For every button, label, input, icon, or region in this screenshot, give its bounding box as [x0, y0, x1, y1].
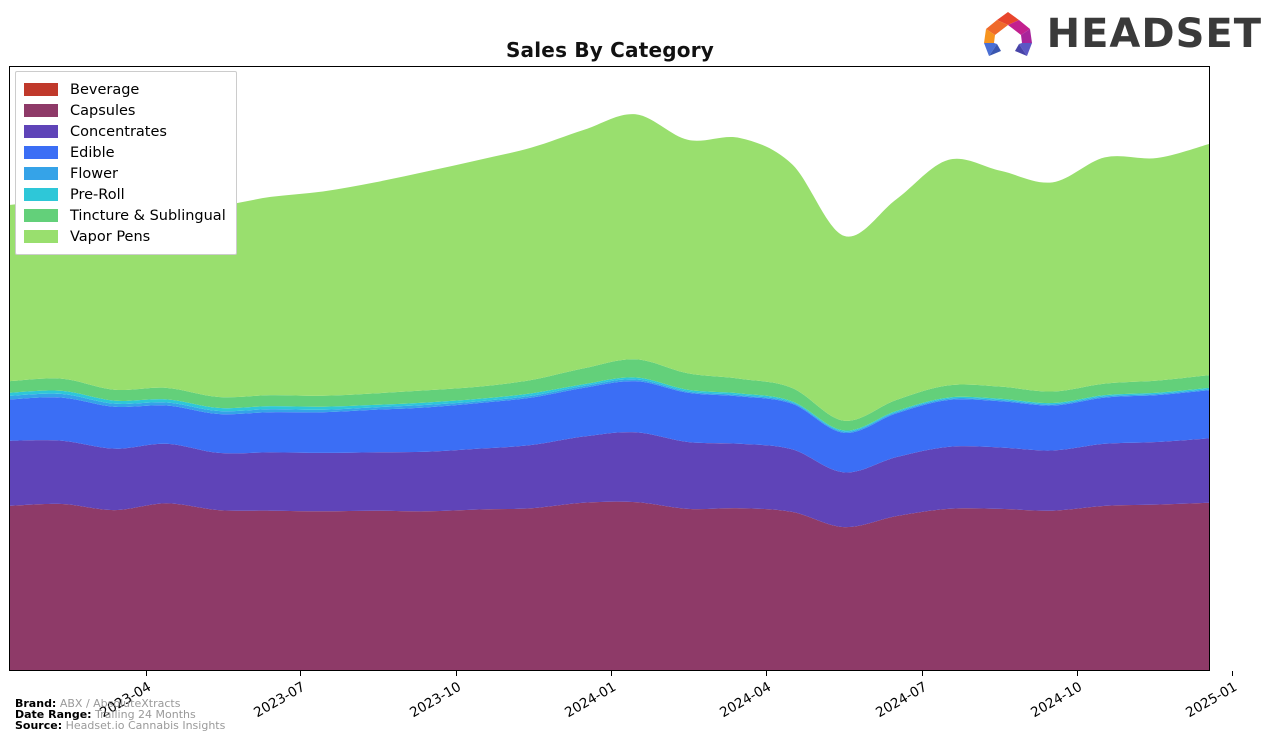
x-tick-mark — [1077, 671, 1078, 676]
x-tick-mark — [922, 671, 923, 676]
footnote-row: Source: Headset.io Cannabis Insights — [15, 720, 225, 731]
legend-item[interactable]: Tincture & Sublingual — [24, 205, 226, 226]
legend-item[interactable]: Edible — [24, 142, 226, 163]
legend-item[interactable]: Beverage — [24, 79, 226, 100]
x-tick-label: 2024-04 — [717, 679, 774, 722]
headset-brand-logo: HEADSET — [977, 10, 1262, 58]
legend-label: Flower — [70, 165, 118, 182]
x-tick-label: 2024-07 — [873, 679, 930, 722]
legend-item[interactable]: Pre-Roll — [24, 184, 226, 205]
x-tick-mark — [611, 671, 612, 676]
footnotes: Brand: ABX / AbsoluteXtracts Date Range: … — [15, 698, 225, 731]
legend-label: Capsules — [70, 102, 136, 119]
legend-label: Edible — [70, 144, 115, 161]
legend-label: Concentrates — [70, 123, 167, 140]
area-series-capsules — [10, 501, 1209, 670]
legend-swatch-concentrates — [24, 125, 58, 138]
headset-logo-wordmark: HEADSET — [1046, 11, 1262, 57]
x-tick-mark — [300, 671, 301, 676]
legend-label: Beverage — [70, 81, 140, 98]
header-band: Sales By Category HEADSET — [0, 0, 1276, 69]
legend-label: Tincture & Sublingual — [70, 207, 226, 224]
x-tick-label: 2025-01 — [1183, 679, 1240, 722]
footnote-key: Source: — [15, 719, 63, 732]
x-tick-mark — [766, 671, 767, 676]
x-tick-mark — [146, 671, 147, 676]
legend-label: Vapor Pens — [70, 228, 151, 245]
legend-item[interactable]: Capsules — [24, 100, 226, 121]
legend-swatch-vapor-pens — [24, 230, 58, 243]
legend-swatch-tincture-sublingual — [24, 209, 58, 222]
footnote-value: Headset.io Cannabis Insights — [62, 719, 226, 732]
x-tick-label: 2024-01 — [562, 679, 619, 722]
legend-item[interactable]: Vapor Pens — [24, 226, 226, 247]
x-tick-label: 2024-10 — [1028, 679, 1085, 722]
legend-item[interactable]: Flower — [24, 163, 226, 184]
legend-swatch-capsules — [24, 104, 58, 117]
legend-swatch-pre-roll — [24, 188, 58, 201]
x-tick-mark — [456, 671, 457, 676]
legend-swatch-beverage — [24, 83, 58, 96]
legend: Beverage Capsules Concentrates Edible Flower… — [15, 71, 237, 255]
x-tick-mark — [1232, 671, 1233, 676]
headset-horseshoe-icon — [983, 12, 1032, 56]
x-tick-label: 2023-10 — [407, 679, 464, 722]
legend-swatch-edible — [24, 146, 58, 159]
legend-swatch-flower — [24, 167, 58, 180]
legend-label: Pre-Roll — [70, 186, 125, 203]
legend-item[interactable]: Concentrates — [24, 121, 226, 142]
chart-page: Sales By Category HEADSET Beverage Capsul… — [0, 0, 1276, 743]
